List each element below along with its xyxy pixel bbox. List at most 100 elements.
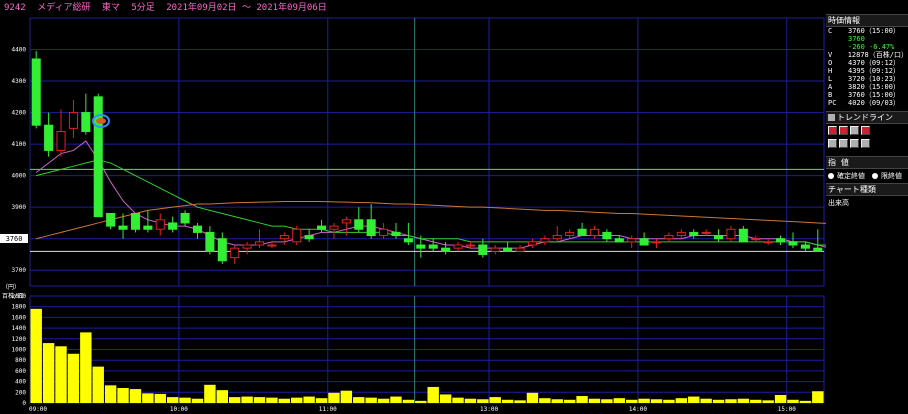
candle-body <box>763 241 773 244</box>
volume-bar <box>303 396 315 403</box>
candle-body <box>317 225 327 230</box>
volume-bar <box>712 399 725 403</box>
delete-tool-button[interactable] <box>861 126 870 135</box>
technical-options: 確定終値 限終値 <box>826 169 908 183</box>
stock-name: メディア総研 <box>37 3 91 13</box>
price-tick-label: 3900 <box>12 204 27 211</box>
quote-header: 時価情報 <box>826 14 908 27</box>
line-tool-button[interactable] <box>828 126 837 135</box>
candle-body <box>180 212 190 224</box>
candle-body <box>68 112 78 129</box>
candle-body <box>81 112 91 133</box>
volume-bar <box>613 398 625 403</box>
time-tick-label: 11:00 <box>319 406 337 413</box>
volume-bar <box>55 346 67 403</box>
candle-body <box>391 231 401 237</box>
price-tick-label: 4200 <box>12 110 27 117</box>
chart-title-bar: 9242 メディア総研 東マ 5分足 2021年09月02日 〜 2021年09… <box>0 0 826 16</box>
candle-body <box>379 228 389 237</box>
volume-bar <box>688 396 700 403</box>
volume-bar <box>353 397 365 403</box>
current-price-text: 3760 <box>6 235 23 243</box>
text-tool-button[interactable] <box>850 126 859 135</box>
volume-bar <box>30 308 42 403</box>
tool-button-6[interactable] <box>839 139 848 148</box>
tool-button-7[interactable] <box>850 139 859 148</box>
candle-body <box>453 244 463 249</box>
tool-button-5[interactable] <box>828 139 837 148</box>
candle-body <box>217 238 227 262</box>
volume-bar <box>67 353 80 403</box>
trendline-tools-1 <box>826 124 908 137</box>
volume-bar <box>129 389 142 403</box>
volume-bar <box>427 386 439 403</box>
candle-body <box>577 228 587 237</box>
volume-bar <box>576 396 588 403</box>
candle-body <box>254 241 265 246</box>
candle-body <box>800 244 810 249</box>
volume-bar <box>737 398 750 403</box>
channel-tool-button[interactable] <box>839 126 848 135</box>
chart-kind-header: チャート種類 <box>826 183 908 196</box>
candle-body <box>701 231 711 234</box>
volume-bar <box>278 398 291 403</box>
candle-body <box>565 231 575 237</box>
volume-bar <box>328 392 340 403</box>
volume-bar <box>439 394 452 403</box>
time-tick-label: 10:00 <box>170 406 188 413</box>
candle-body <box>689 231 699 237</box>
candle-body <box>230 247 240 259</box>
quote-key: A <box>828 83 833 91</box>
candle-body <box>304 235 314 240</box>
time-tick-label: 13:00 <box>480 406 498 413</box>
volume-bar <box>204 384 216 403</box>
chart-kind-value[interactable]: 出来高 <box>826 196 908 210</box>
volume-bar <box>626 399 638 403</box>
quote-table: C 3760（15:00） 3760 -260 -6.47% V 12878（百株/口） O… <box>826 27 908 107</box>
volume-bar <box>601 399 613 403</box>
candle-body <box>813 247 823 252</box>
quote-row: C 3760（15:00） <box>826 27 908 35</box>
volume-bar <box>390 396 402 403</box>
price-tick-label: 3700 <box>12 267 27 274</box>
candle-body <box>168 222 178 230</box>
volume-bar <box>154 393 166 403</box>
candlesticks <box>31 51 823 264</box>
volume-bar <box>216 390 228 403</box>
candle-body <box>329 225 339 230</box>
quote-value: 4020（09/03） <box>848 99 900 107</box>
time-tick-label: 09:00 <box>29 406 47 413</box>
candle-body <box>503 247 513 252</box>
stock-code: 9242 <box>4 3 26 13</box>
volume-bar <box>750 399 762 403</box>
quote-row: V 12878（百株/口） <box>826 51 908 59</box>
price-unit-label: （円） <box>2 284 20 291</box>
price-tick-label: 4300 <box>12 78 27 85</box>
volume-bar <box>104 385 117 403</box>
quote-value: 3760（15:00） <box>848 91 900 99</box>
volume-bar <box>551 399 563 403</box>
quote-key: O <box>828 59 833 67</box>
volume-bar <box>191 398 204 403</box>
volume-bar <box>762 400 774 403</box>
tool-button-8[interactable] <box>861 139 870 148</box>
quote-key: H <box>828 67 833 75</box>
market-name: 東マ <box>101 3 120 13</box>
current-price-label: 3760 <box>0 234 28 243</box>
quote-key: C <box>828 27 833 35</box>
candle-body <box>130 212 140 230</box>
volume-bar <box>117 388 129 403</box>
volume-bar <box>539 398 551 403</box>
volume-bar <box>266 397 278 403</box>
option-1-radio[interactable] <box>828 173 834 179</box>
candle-body <box>527 241 537 246</box>
volume-bar <box>291 397 303 403</box>
volume-tick-label: 1800 <box>12 304 27 311</box>
price-chart[interactable]: 3700380039004000410042004300440002004006… <box>0 0 826 414</box>
quote-key: L <box>828 75 833 83</box>
volume-tick-label: 800 <box>15 357 26 364</box>
axis-labels: 3700380039004000410042004300440002004006… <box>12 47 797 413</box>
candle-body <box>366 219 376 237</box>
option-2-radio[interactable] <box>872 173 878 179</box>
trendline-header[interactable]: トレンドライン <box>826 111 908 124</box>
